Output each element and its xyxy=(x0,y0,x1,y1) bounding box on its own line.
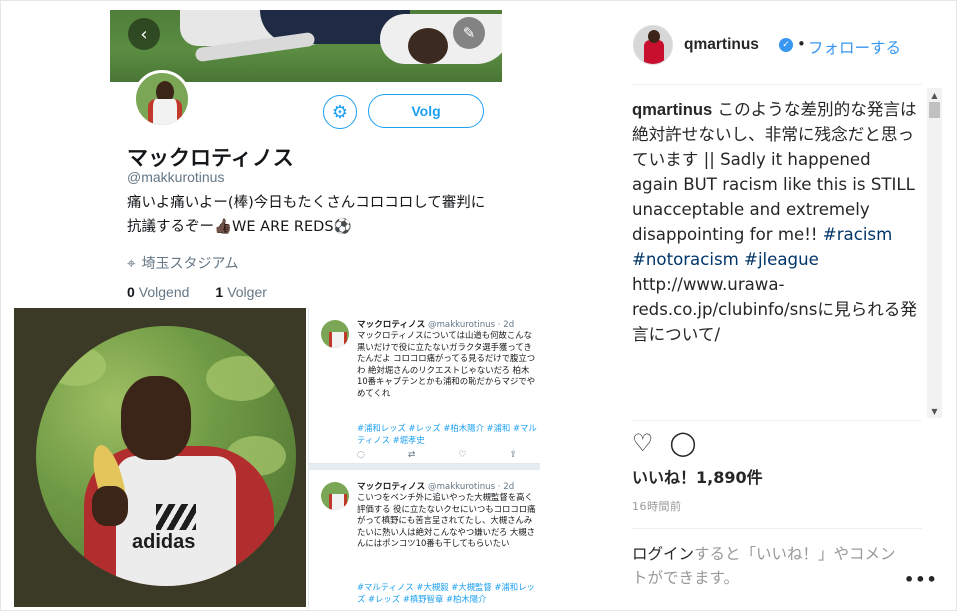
scroll-down-arrow-icon[interactable]: ▼ xyxy=(927,404,942,418)
share-icon[interactable]: ⇪ xyxy=(509,450,517,460)
post-caption: qmartinus このような差別的な発言は絶対許せないし、非常に残念だと思って… xyxy=(632,97,917,347)
like-count[interactable]: いいね！1,890件 xyxy=(632,464,763,488)
tweet[interactable]: マックロティノス @makkurotinus · 2d マックロティノスについて… xyxy=(309,308,540,464)
tweet-list: マックロティノス @makkurotinus · 2d マックロティノスについて… xyxy=(308,308,540,609)
twitter-stats: 0 Volgend 1 Volger xyxy=(127,284,267,300)
divider xyxy=(632,84,922,85)
photo-logo: adidas xyxy=(132,531,196,553)
twitter-avatar xyxy=(133,70,191,128)
tweet-header: マックロティノス @makkurotinus · 2d xyxy=(357,318,514,330)
login-link[interactable]: ログイン xyxy=(632,545,694,563)
profile-photo-circle: adidas xyxy=(36,326,296,586)
tweet-hashtags[interactable]: #マルティノス #大槻毅 #大槻監督 #浦和レッズ #レッズ #槙野智章 #柏木… xyxy=(357,582,537,605)
leaf xyxy=(206,356,276,401)
avatar-face xyxy=(648,30,660,43)
twitter-location: ⌖ 埼玉スタジアム xyxy=(127,253,238,273)
photo-logo-stripes xyxy=(156,504,196,530)
following-label: Volgend xyxy=(138,284,190,300)
instagram-username[interactable]: qmartinus xyxy=(684,36,759,54)
tweet-actions: ◌ ⇄ ♡ ⇪ xyxy=(357,450,517,460)
divider xyxy=(632,420,922,421)
twitter-follow-button[interactable]: Volg xyxy=(368,94,484,128)
tweet-handle: @makkurotinus · 2d xyxy=(427,320,515,330)
twitter-display-name: マックロティノス xyxy=(127,146,294,170)
divider xyxy=(632,528,922,529)
avatar-bib xyxy=(148,99,182,125)
post-header: qmartinus ✓ • フォローする xyxy=(610,1,956,84)
heart-icon[interactable]: ♡ xyxy=(632,429,654,457)
following-count: 0 xyxy=(127,284,135,300)
photo-hand xyxy=(92,486,128,526)
avatar-jersey xyxy=(644,40,664,64)
like-icon[interactable]: ♡ xyxy=(458,450,466,460)
followers-stat[interactable]: 1 Volger xyxy=(215,284,267,300)
comment-bubble-icon[interactable]: ◯ xyxy=(670,429,697,457)
hashtag-notoracism[interactable]: #notoracism xyxy=(632,250,739,269)
twitter-handle: @makkurotinus xyxy=(127,169,225,185)
twitter-bio: 痛いよ痛いよー(棒)今日もたくさんコロコロして審判に抗議するぞー👍🏿WE ARE… xyxy=(127,195,486,235)
post-timestamp[interactable]: 16時間前 xyxy=(632,498,682,514)
tweet-handle: @makkurotinus · 2d xyxy=(427,482,515,492)
hashtag-jleague[interactable]: #jleague xyxy=(744,250,819,269)
tweet-body: マックロティノスについては山道も何故こんな黒いだけで役に立たないガラクタ選手獲っ… xyxy=(357,330,536,398)
login-prompt: ログインすると「いいね！」やコメントができます。 xyxy=(632,542,902,590)
location-pin-icon: ⌖ xyxy=(127,254,136,272)
follow-button[interactable]: フォローする xyxy=(808,36,901,58)
scrollbar-thumb[interactable] xyxy=(929,102,940,118)
banner-head xyxy=(408,28,448,64)
verified-badge-icon: ✓ xyxy=(779,38,793,52)
tweet[interactable]: マックロティノス @makkurotinus · 2d こいつをベンチ外に追いや… xyxy=(309,470,540,609)
back-arrow-icon[interactable]: ‹ xyxy=(128,18,160,50)
followers-label: Volger xyxy=(227,284,267,300)
separator-dot: • xyxy=(797,35,806,53)
caption-scrollbar[interactable]: ▲ ▼ xyxy=(927,88,942,418)
tweet-avatar xyxy=(321,320,349,348)
caption-link: http://www.urawa-reds.co.jp/clubinfo/sns… xyxy=(632,275,917,344)
leaf xyxy=(46,346,106,386)
reply-icon[interactable]: ◌ xyxy=(357,450,365,460)
caption-username[interactable]: qmartinus xyxy=(632,100,712,119)
twitter-location-text: 埼玉スタジアム xyxy=(141,256,239,272)
feather-edit-icon[interactable]: ✎ xyxy=(453,17,485,49)
profile-photo: adidas xyxy=(14,308,306,607)
tweet-header: マックロティノス @makkurotinus · 2d xyxy=(357,480,514,492)
tweet-author: マックロティノス xyxy=(357,320,426,330)
retweet-icon[interactable]: ⇄ xyxy=(408,450,416,460)
caption-text: このような差別的な発言は絶対許せないし、非常に残念だと思っています || Sad… xyxy=(632,100,917,244)
followers-count: 1 xyxy=(215,284,224,300)
instagram-avatar[interactable] xyxy=(633,25,673,65)
scroll-up-arrow-icon[interactable]: ▲ xyxy=(927,88,942,102)
tweet-body: こいつをベンチ外に追いやった大槻監督を高く評価する 役に立たないクセにいつもコロ… xyxy=(357,492,536,549)
more-options-icon[interactable]: ••• xyxy=(904,570,938,589)
following-stat[interactable]: 0 Volgend xyxy=(127,284,189,300)
tweet-avatar xyxy=(321,482,349,510)
tweet-author: マックロティノス xyxy=(357,482,426,492)
gear-icon[interactable]: ⚙ xyxy=(323,95,357,129)
hashtag-racism[interactable]: #racism xyxy=(823,225,892,244)
photo-head xyxy=(121,376,191,460)
tweet-hashtags[interactable]: #浦和レッズ #レッズ #柏木陽介 #浦和 #マルティノス #堀孝史 xyxy=(357,423,537,446)
post-actions: ♡ ◯ xyxy=(632,429,696,457)
